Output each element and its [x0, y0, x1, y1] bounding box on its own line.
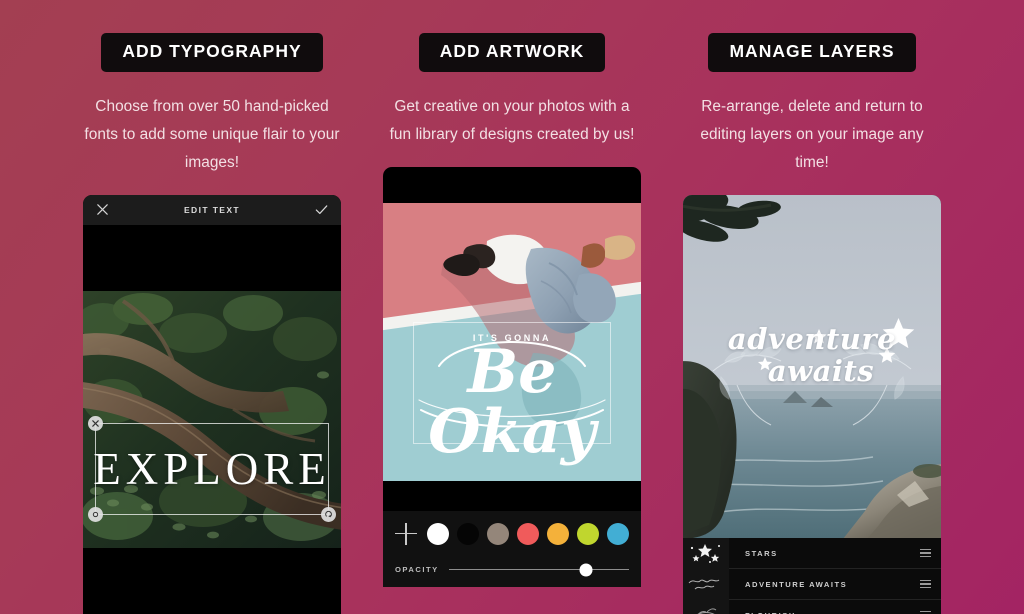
- edit-layer-handle[interactable]: [88, 506, 103, 522]
- feature-description-layers: Re-arrange, delete and return to editing…: [700, 97, 924, 171]
- layer-name: STARS: [745, 548, 778, 558]
- layer-name: FLOURISH: [729, 611, 915, 614]
- phone1-topbar: EDIT TEXT: [83, 194, 341, 225]
- layer-row[interactable]: STARS: [683, 537, 941, 569]
- opacity-control: OPACITY: [395, 563, 629, 576]
- phone-mockup-edit-text: EXPLORE EDIT TEXT: [83, 194, 341, 614]
- layers-panel: STARS ADVENTURE AWAITS: [683, 537, 941, 614]
- color-swatch-coral[interactable]: [517, 522, 539, 545]
- color-swatch-black[interactable]: [457, 522, 479, 545]
- artwork-toolbar: OPACITY: [383, 510, 641, 587]
- feature-column-artwork: ADD ARTWORK Get creative on your photos …: [382, 0, 642, 614]
- delete-layer-handle[interactable]: [88, 415, 103, 431]
- plus-icon[interactable]: [395, 522, 417, 545]
- color-swatch-sky[interactable]: [607, 522, 629, 545]
- feature-column-typography: ADD TYPOGRAPHY Choose from over 50 hand-…: [82, 0, 342, 614]
- color-swatch-white[interactable]: [427, 522, 449, 545]
- opacity-slider[interactable]: [448, 563, 629, 576]
- color-swatch-taupe[interactable]: [487, 522, 509, 545]
- color-swatch-row: [395, 522, 629, 545]
- check-icon[interactable]: [314, 202, 329, 217]
- stars-thumb: [683, 537, 729, 569]
- feature-pill-typography: ADD TYPOGRAPHY: [101, 33, 323, 72]
- flourish-artwork-layer: [712, 317, 915, 425]
- opacity-slider-track: [448, 568, 629, 571]
- feature-description-typography: Choose from over 50 hand-picked fonts to…: [84, 97, 340, 171]
- layer-row[interactable]: ADVENTURE AWAITS: [683, 568, 941, 600]
- feature-column-layers: MANAGE LAYERS Re-arrange, delete and ret…: [682, 0, 942, 614]
- opacity-label: OPACITY: [395, 565, 439, 574]
- layer-row[interactable]: FLOURISH: [683, 599, 941, 614]
- phone-mockup-layers: adventure awaits STARS ADVENTURE AWAITS: [683, 194, 941, 614]
- canvas-text-layer[interactable]: EXPLORE: [83, 446, 341, 492]
- phone1-title: EDIT TEXT: [183, 204, 241, 215]
- feature-pill-artwork: ADD ARTWORK: [418, 33, 606, 72]
- script-thumb: [683, 568, 729, 600]
- drag-handle-icon[interactable]: [915, 548, 941, 558]
- layer-name: ADVENTURE AWAITS: [745, 579, 848, 589]
- feature-pill-layers: MANAGE LAYERS: [708, 33, 916, 72]
- drag-handle-icon[interactable]: [915, 579, 941, 589]
- color-swatch-lime[interactable]: [577, 522, 599, 545]
- close-icon[interactable]: [95, 202, 110, 217]
- flourish-thumb: [683, 599, 729, 614]
- feature-description-artwork: Get creative on your photos with a fun l…: [389, 97, 635, 143]
- color-swatch-amber[interactable]: [547, 522, 569, 545]
- opacity-slider-thumb[interactable]: [579, 563, 593, 576]
- phone2-photo: [383, 202, 641, 481]
- feature-showcase: ADD TYPOGRAPHY Choose from over 50 hand-…: [0, 0, 1024, 614]
- phone-mockup-artwork: IT'S GONNA Be Okay OPACITY: [383, 166, 641, 587]
- scale-rotate-handle[interactable]: [321, 506, 336, 522]
